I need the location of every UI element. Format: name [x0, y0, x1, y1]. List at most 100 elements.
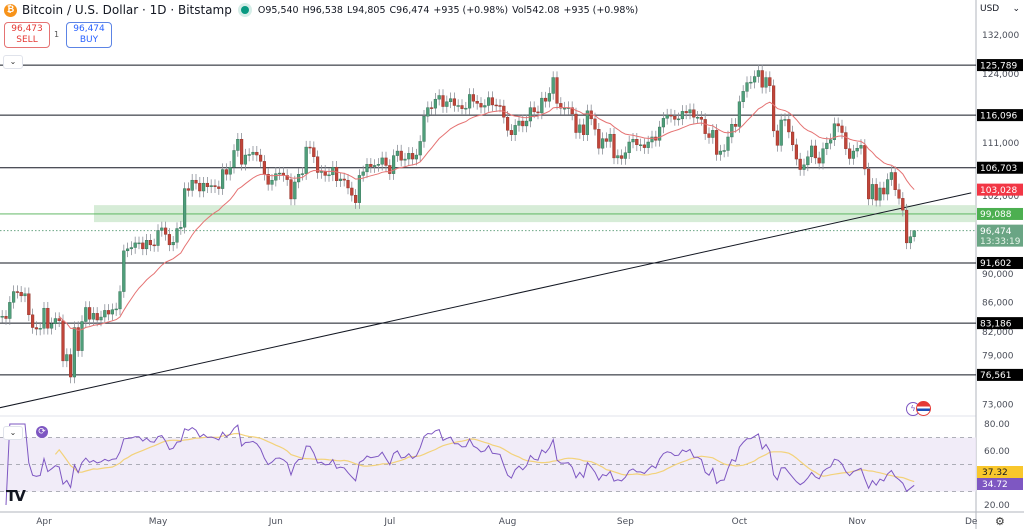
candle-up — [437, 95, 441, 100]
candle-down — [369, 164, 373, 167]
candle-down — [836, 123, 840, 127]
collapse-indicators-button[interactable]: ⌄ — [3, 55, 23, 69]
candle-up — [247, 154, 251, 156]
candle-down — [68, 354, 73, 378]
candle-up — [91, 313, 95, 320]
candle-down — [323, 171, 327, 176]
candle-up — [274, 173, 278, 181]
market-open-dot-icon — [240, 6, 249, 14]
candle-down — [536, 111, 540, 114]
candle-up — [711, 130, 715, 138]
candle-up — [171, 242, 175, 246]
tradingview-logo-icon[interactable]: TV — [6, 487, 26, 505]
candle-up — [403, 158, 407, 161]
candle-up — [449, 98, 453, 102]
candle-down — [620, 155, 624, 159]
candle-up — [65, 354, 69, 362]
candle-up — [753, 76, 757, 83]
candle-up — [72, 327, 76, 378]
candle-up — [680, 111, 684, 120]
candle-up — [228, 166, 232, 175]
candle-down — [205, 182, 209, 187]
candle-down — [882, 187, 886, 195]
change-value: +935 (+0.98%) — [433, 4, 509, 16]
candle-down — [593, 118, 597, 130]
candle-up — [319, 171, 323, 173]
sell-button[interactable]: 96,473 SELL — [4, 22, 50, 48]
price-tick-label: 90,000 — [982, 270, 1014, 280]
countdown-label: 13:33:19 — [980, 237, 1021, 247]
candle-down — [312, 147, 316, 157]
candle-up — [464, 107, 468, 110]
candle-down — [840, 125, 844, 133]
refresh-icon[interactable]: ⟳ — [36, 426, 48, 438]
rsi-tick-label: 20.00 — [984, 501, 1010, 511]
candle-down — [335, 166, 339, 181]
candle-up — [616, 155, 620, 159]
candle-down — [703, 119, 707, 134]
time-tick-label: Oct — [732, 517, 748, 527]
candle-up — [525, 120, 529, 127]
time-tick-label: De — [965, 517, 978, 527]
time-tick-label: Apr — [36, 517, 52, 527]
price-tick-label: 111,000 — [982, 139, 1019, 149]
candle-down — [342, 178, 346, 181]
candle-up — [103, 310, 107, 318]
time-tick-label: Nov — [848, 517, 866, 527]
candle-up — [236, 138, 240, 151]
candle-down — [669, 114, 673, 117]
candle-up — [38, 328, 42, 330]
candle-up — [395, 150, 399, 156]
candle-down — [452, 98, 456, 106]
candle-up — [84, 307, 88, 322]
candle-down — [346, 179, 350, 189]
candle-up — [144, 240, 149, 250]
candle-up — [373, 165, 377, 167]
price-chart[interactable]: 132,000124,000111,000102,00090,00086,000… — [0, 0, 1024, 529]
buy-button[interactable]: 96,474 BUY — [66, 22, 112, 48]
buy-label: BUY — [79, 35, 99, 45]
candle-down — [479, 103, 483, 108]
candle-down — [354, 195, 358, 203]
level-price-label: 106,703 — [980, 164, 1017, 174]
candle-down — [186, 188, 190, 191]
candle-up — [608, 133, 612, 142]
candle-up — [122, 250, 126, 292]
candle-up — [468, 94, 472, 109]
zone-price-label: 99,088 — [980, 210, 1012, 220]
time-tick-label: Jul — [383, 517, 395, 527]
candle-down — [34, 327, 38, 330]
candle-up — [42, 307, 46, 329]
candle-up — [912, 230, 916, 237]
candle-up — [327, 174, 331, 177]
currency-dropdown[interactable]: USD ⌄ — [980, 4, 1020, 18]
candle-up — [585, 110, 589, 135]
candle-up — [357, 175, 361, 203]
collapse-rsi-button[interactable]: ⌄ — [3, 426, 23, 440]
candle-up — [665, 114, 669, 119]
candle-down — [167, 234, 171, 246]
candle-up — [908, 236, 912, 244]
bitcoin-icon: ₿ — [4, 3, 17, 17]
close-value: C96,474 — [389, 4, 430, 16]
candle-up — [487, 97, 491, 106]
candle-down — [867, 168, 871, 200]
candle-up — [190, 179, 194, 191]
events-flag-icon[interactable]: ϟ — [906, 401, 931, 416]
candle-up — [551, 77, 555, 94]
candle-up — [601, 138, 605, 149]
candle-up — [878, 187, 882, 201]
time-tick-label: Sep — [617, 517, 634, 527]
settings-gear-icon[interactable]: ⚙ — [995, 515, 1005, 528]
symbol-title[interactable]: Bitcoin / U.S. Dollar · 1D · Bitstamp — [22, 3, 232, 17]
candle-down — [87, 307, 92, 320]
candle-up — [422, 115, 426, 142]
candle-down — [775, 130, 779, 146]
candle-down — [521, 120, 525, 127]
candle-up — [851, 150, 855, 159]
candle-down — [707, 133, 711, 138]
chevron-down-icon: ⌄ — [9, 428, 17, 437]
candle-up — [737, 101, 741, 127]
order-quantity: 1 — [54, 30, 60, 39]
candle-up — [118, 291, 122, 310]
